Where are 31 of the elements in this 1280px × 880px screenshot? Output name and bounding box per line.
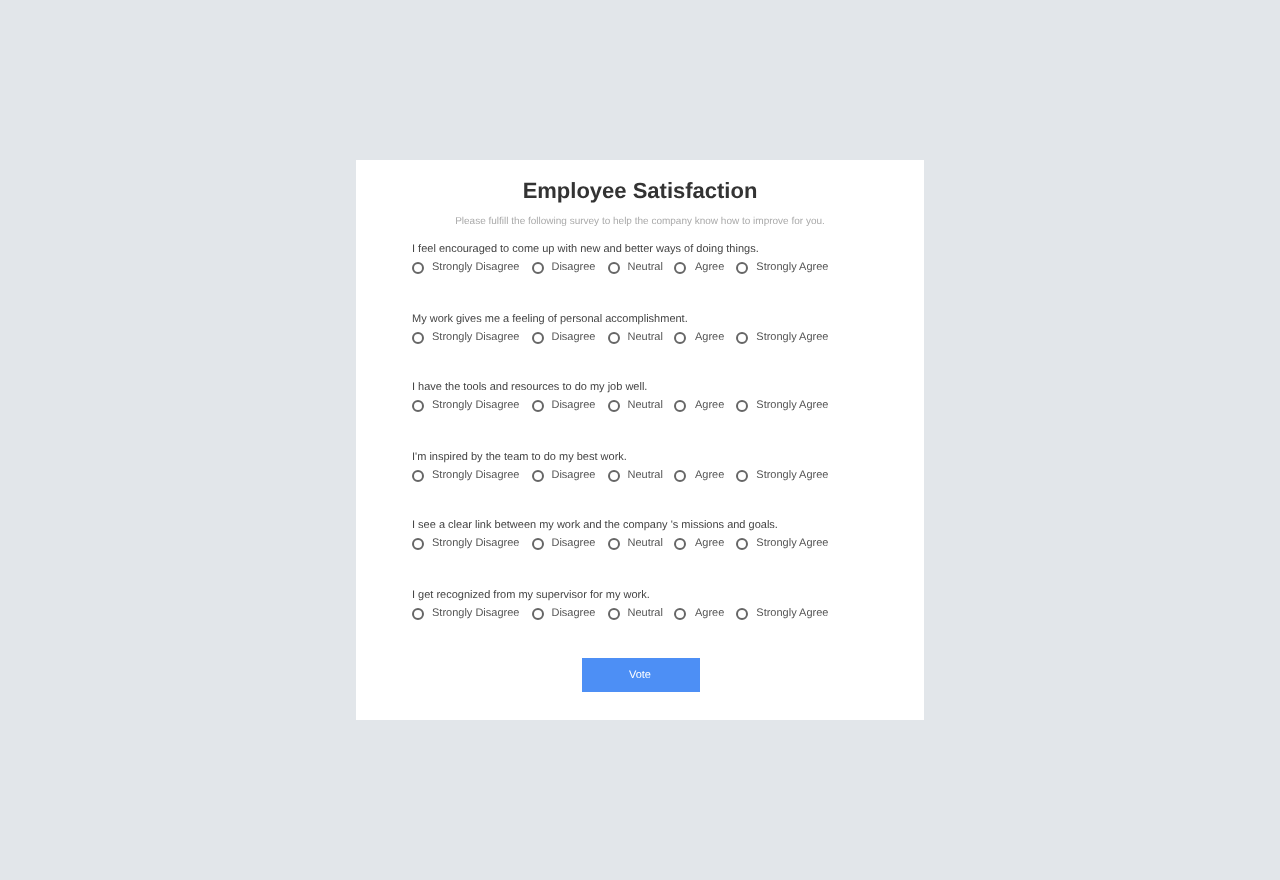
radio-button[interactable] — [674, 262, 687, 274]
radio-button[interactable] — [607, 331, 620, 343]
radio-button[interactable] — [607, 538, 620, 550]
radio-button[interactable] — [412, 331, 424, 343]
radio-button[interactable] — [736, 469, 749, 481]
radio-button[interactable] — [607, 469, 620, 481]
radio-button[interactable] — [531, 469, 544, 481]
radio-button[interactable] — [736, 331, 749, 343]
radio-button[interactable] — [412, 262, 424, 274]
radio-button[interactable] — [607, 607, 620, 619]
radio-button[interactable] — [531, 331, 544, 343]
radio-button[interactable] — [531, 538, 544, 550]
survey-title: Employee Satisfaction — [520, 180, 760, 204]
radio-button[interactable] — [674, 400, 687, 412]
radio-button[interactable] — [531, 262, 544, 274]
radio-button[interactable] — [412, 538, 424, 550]
radio-button[interactable] — [736, 400, 749, 412]
radio-button[interactable] — [607, 262, 620, 274]
radio-button[interactable] — [531, 607, 544, 619]
radio-button[interactable] — [674, 607, 687, 619]
radio-button[interactable] — [412, 607, 424, 619]
radio-button[interactable] — [674, 538, 687, 550]
radio-button[interactable] — [674, 469, 687, 481]
radio-button[interactable] — [736, 262, 749, 274]
radio-button[interactable] — [531, 400, 544, 412]
radio-button[interactable] — [674, 331, 687, 343]
radio-button[interactable] — [607, 400, 620, 412]
radio-button[interactable] — [736, 607, 749, 619]
radio-button[interactable] — [736, 538, 749, 550]
radio-button[interactable] — [412, 469, 424, 481]
radio-button[interactable] — [412, 400, 424, 412]
